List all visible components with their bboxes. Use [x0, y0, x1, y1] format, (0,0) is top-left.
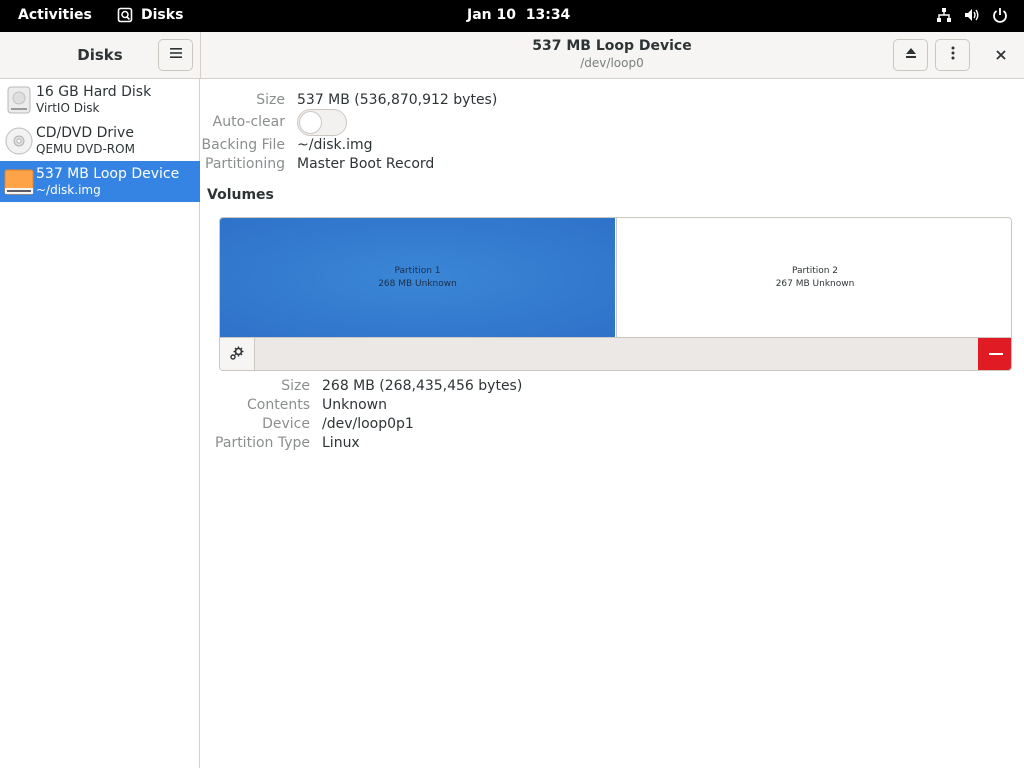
disk-model: QEMU DVD-ROM [36, 142, 135, 156]
partition-name: Partition 1 [394, 265, 441, 276]
volume-map: Partition 1 268 MB Unknown Partition 2 2… [219, 217, 1012, 371]
partition-2-block[interactable]: Partition 2 267 MB Unknown [616, 218, 1011, 337]
contents-value: Unknown [322, 397, 387, 413]
partitioning-value: Master Boot Record [297, 156, 435, 172]
clock-time: 13:34 [525, 7, 571, 23]
optical-disc-icon [4, 126, 34, 156]
disk-list-item[interactable]: 16 GB Hard Disk VirtIO Disk [0, 79, 200, 120]
partition-detail: 267 MB Unknown [775, 278, 855, 289]
partition-type-value: Linux [322, 435, 360, 451]
main-menu-button[interactable] [158, 39, 193, 71]
clock-date: Jan 10 [467, 7, 516, 23]
vertical-dots-icon [945, 45, 961, 65]
drive-details: Size 537 MB (536,870,912 bytes) Auto-cle… [201, 79, 1024, 768]
autoclear-label: Auto-clear [212, 114, 285, 130]
gears-icon [229, 345, 245, 365]
disk-model: ~/disk.img [36, 183, 101, 197]
disk-name: 537 MB Loop Device [36, 166, 180, 182]
header-bar: Disks 537 MB Loop Device /dev/loop0 [0, 32, 1024, 79]
autoclear-switch[interactable] [297, 109, 347, 136]
disk-list-item[interactable]: CD/DVD Drive QEMU DVD-ROM [0, 120, 200, 161]
hamburger-icon [168, 45, 184, 65]
size-value: 537 MB (536,870,912 bytes) [297, 92, 498, 108]
device-properties: Size 537 MB (536,870,912 bytes) Auto-cle… [201, 79, 1024, 179]
backing-file-value: ~/disk.img [297, 137, 373, 153]
device-value: /dev/loop0p1 [322, 416, 414, 432]
disk-list: 16 GB Hard Disk VirtIO Disk CD/DVD Drive… [0, 79, 200, 768]
partition-size-label: Size [281, 378, 310, 394]
app-menu[interactable]: Disks [117, 7, 183, 23]
top-bar: Activities Disks Jan 10 13:34 [0, 0, 1024, 32]
hard-disk-icon [4, 85, 34, 115]
clock[interactable]: Jan 10 13:34 [467, 7, 570, 23]
partition-options-button[interactable] [220, 338, 255, 370]
partition-type-label: Partition Type [215, 435, 310, 451]
disk-name: 16 GB Hard Disk [36, 84, 152, 100]
eject-button[interactable] [893, 39, 928, 71]
activities-button[interactable]: Activities [18, 7, 92, 23]
volume-toolbar [220, 337, 1011, 370]
partitioning-label: Partitioning [205, 156, 285, 172]
close-icon [995, 46, 1007, 65]
disk-name: CD/DVD Drive [36, 125, 134, 141]
switch-knob [299, 111, 322, 134]
system-tray[interactable] [936, 7, 1008, 23]
close-window-button[interactable] [983, 39, 1018, 71]
backing-file-label: Backing File [201, 137, 285, 153]
loop-device-icon [4, 167, 34, 197]
volume-icon[interactable] [964, 7, 980, 23]
partition-detail: 268 MB Unknown [378, 278, 457, 289]
device-label: Device [262, 416, 310, 432]
disk-model: VirtIO Disk [36, 101, 100, 115]
contents-label: Contents [247, 397, 310, 413]
volumes-heading: Volumes [207, 187, 274, 203]
partition-size-value: 268 MB (268,435,456 bytes) [322, 378, 523, 394]
drive-options-button[interactable] [935, 39, 970, 71]
eject-icon [903, 45, 919, 65]
delete-partition-button[interactable] [978, 338, 1011, 370]
partition-name: Partition 2 [791, 265, 839, 276]
disk-list-item[interactable]: 537 MB Loop Device ~/disk.img [0, 161, 200, 202]
partition-properties: Size 268 MB (268,435,456 bytes) Contents… [201, 371, 1024, 471]
power-icon[interactable] [992, 7, 1008, 23]
minus-icon [988, 346, 1003, 365]
partition-1-block[interactable]: Partition 1 268 MB Unknown [220, 218, 615, 337]
network-icon[interactable] [936, 7, 952, 23]
app-menu-label: Disks [141, 7, 184, 23]
size-label: Size [256, 92, 285, 108]
disks-app-icon [117, 7, 133, 23]
disks-window: Disks 537 MB Loop Device /dev/loop0 16 G… [0, 32, 1024, 768]
